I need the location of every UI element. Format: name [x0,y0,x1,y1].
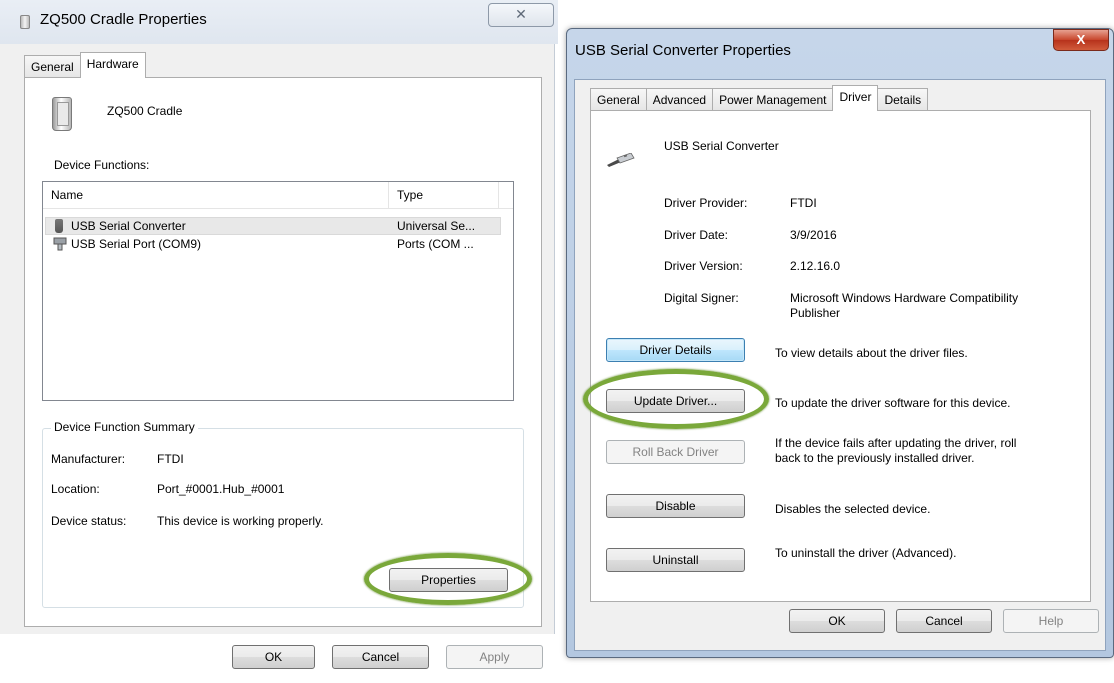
location-label: Location: [51,482,100,496]
device-status-label: Device status: [51,514,127,528]
manufacturer-value: FTDI [157,452,184,466]
driver-version-value: 2.12.16.0 [790,259,841,273]
title-bar[interactable]: ZQ500 Cradle Properties ✕ [0,0,558,44]
digital-signer-value-line2: Publisher [790,306,841,320]
list-item[interactable]: USB Serial Converter Universal Se... [43,217,513,235]
roll-back-driver-button[interactable]: Roll Back Driver [606,440,745,464]
tab-details[interactable]: Details [877,88,929,110]
driver-details-description: To view details about the driver files. [775,346,968,360]
roll-back-description-line1: If the device fails after updating the d… [775,436,1017,450]
tab-driver[interactable]: Driver [832,85,879,111]
manufacturer-label: Manufacturer: [51,452,126,466]
device-name: USB Serial Converter [664,139,779,153]
dialog-title: USB Serial Converter Properties [575,42,791,59]
device-status-value: This device is working properly. [157,514,324,528]
apply-button[interactable]: Apply [446,645,543,669]
group-legend: Device Function Summary [51,420,198,434]
device-functions-label: Device Functions: [54,158,150,172]
usb-plug-icon [55,219,63,233]
update-driver-description: To update the driver software for this d… [775,396,1011,410]
highlight-ellipse [364,553,532,605]
disable-button[interactable]: Disable [606,494,745,518]
device-name: ZQ500 Cradle [107,104,183,118]
device-functions-list[interactable]: Name Type USB Serial Converter Universal… [42,181,514,401]
zq500-properties-dialog: ZQ500 Cradle Properties ✕ General Hardwa… [0,0,558,683]
row-name: USB Serial Port (COM9) [71,237,202,251]
tab-general[interactable]: General [590,88,647,110]
usb-connector-icon [607,153,635,167]
roll-back-description-line2: back to the previously installed driver. [775,451,975,465]
location-value: Port_#0001.Hub_#0001 [157,482,285,496]
ok-button[interactable]: OK [789,609,885,633]
list-header: Name Type [43,182,513,209]
cancel-button[interactable]: Cancel [896,609,992,633]
ok-button[interactable]: OK [232,645,315,669]
close-button[interactable]: ✕ [488,3,554,27]
device-icon [20,15,30,29]
tab-general[interactable]: General [24,55,81,77]
row-name: USB Serial Converter [71,219,186,233]
dialog-title: ZQ500 Cradle Properties [40,11,207,28]
row-type: Ports (COM ... [397,237,474,251]
digital-signer-value-line1: Microsoft Windows Hardware Compatibility [790,291,1019,305]
driver-details-button[interactable]: Driver Details [606,338,745,362]
usb-serial-converter-properties-dialog: USB Serial Converter Properties X Genera… [566,28,1114,658]
highlight-ellipse [583,369,769,429]
driver-version-label: Driver Version: [664,259,743,273]
driver-date-label: Driver Date: [664,228,729,242]
close-button[interactable]: X [1053,29,1109,51]
disable-description: Disables the selected device. [775,502,931,516]
tab-hardware[interactable]: Hardware [79,52,146,78]
tab-power-management[interactable]: Power Management [712,88,834,110]
help-button[interactable]: Help [1003,609,1099,633]
printer-cradle-icon [52,97,72,131]
list-item[interactable]: USB Serial Port (COM9) Ports (COM ... [43,235,513,253]
uninstall-description: To uninstall the driver (Advanced). [775,546,957,560]
column-header-type[interactable]: Type [389,182,499,209]
serial-port-icon [53,237,67,251]
driver-date-value: 3/9/2016 [790,228,837,242]
tab-strip: General Hardware [24,52,146,78]
tab-strip: General Advanced Power Management Driver… [590,85,929,111]
digital-signer-label: Digital Signer: [664,291,739,305]
uninstall-button[interactable]: Uninstall [606,548,745,572]
tab-advanced[interactable]: Advanced [645,88,714,110]
cancel-button[interactable]: Cancel [332,645,429,669]
driver-provider-label: Driver Provider: [664,196,748,210]
column-header-name[interactable]: Name [43,182,389,209]
row-type: Universal Se... [397,219,476,233]
driver-provider-value: FTDI [790,196,817,210]
